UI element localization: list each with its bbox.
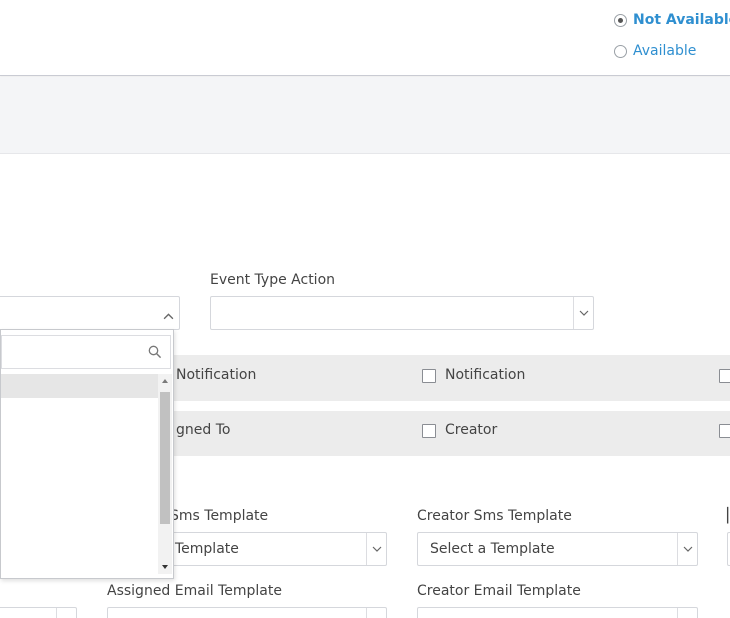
- event-type-select[interactable]: [0, 296, 180, 330]
- availability-option-available[interactable]: Available: [614, 41, 696, 61]
- dropdown-option[interactable]: [1, 470, 158, 494]
- dropdown-option[interactable]: [1, 422, 158, 446]
- chevron-down-icon: [366, 533, 386, 565]
- scrollbar-thumb[interactable]: [160, 392, 170, 524]
- left-email-select[interactable]: [0, 607, 77, 618]
- dropdown-option[interactable]: [1, 398, 158, 422]
- dropdown-scrollbar[interactable]: [158, 374, 172, 574]
- creator-email-template-select[interactable]: [417, 607, 698, 618]
- creator-sms-template-select[interactable]: Select a Template: [417, 532, 698, 566]
- availability-option-not-available[interactable]: Not Available: [614, 10, 730, 30]
- creator-email-template-label: Creator Email Template: [417, 583, 581, 599]
- creator-checkbox[interactable]: [422, 424, 436, 438]
- creator-sms-template-label: Creator Sms Template: [417, 508, 572, 524]
- radio-label-not-available: Not Available: [633, 12, 730, 28]
- assigned-email-template-select[interactable]: [107, 607, 387, 618]
- chevron-down-icon: [677, 608, 697, 618]
- scroll-up-arrow-icon[interactable]: [158, 374, 172, 388]
- radio-label-available: Available: [633, 43, 697, 59]
- select-dropdown-popup: [0, 329, 174, 579]
- assigned-sms-template-label: Sms Template: [170, 508, 269, 524]
- third-notification-checkbox[interactable]: [719, 369, 730, 383]
- assigned-sms-template-value: Template: [175, 541, 239, 557]
- event-type-action-select[interactable]: [210, 296, 594, 330]
- assigned-to-label: gned To: [176, 422, 231, 438]
- dropdown-option[interactable]: [1, 542, 158, 566]
- creator-notification-label: Notification: [445, 367, 526, 383]
- chevron-up-icon: [163, 308, 174, 320]
- assigned-notification-label: Notification: [176, 367, 257, 383]
- toolbar-band: [0, 77, 730, 154]
- event-type-action-label: Event Type Action: [210, 272, 336, 288]
- dropdown-option[interactable]: [1, 446, 158, 470]
- assigned-email-template-label: Assigned Email Template: [107, 583, 282, 599]
- dropdown-option[interactable]: [1, 494, 158, 518]
- scroll-down-arrow-icon[interactable]: [158, 560, 172, 574]
- dropdown-options-list: [1, 374, 158, 574]
- chevron-down-icon: [573, 297, 593, 329]
- chevron-down-icon: [366, 608, 386, 618]
- dropdown-search-input[interactable]: [1, 335, 171, 369]
- chevron-down-icon: [677, 533, 697, 565]
- creator-notification-checkbox[interactable]: [422, 369, 436, 383]
- dropdown-option[interactable]: [1, 518, 158, 542]
- third-recipient-checkbox[interactable]: [719, 424, 730, 438]
- creator-label: Creator: [445, 422, 498, 438]
- chevron-down-icon: [56, 608, 76, 618]
- dropdown-option[interactable]: [1, 374, 158, 398]
- radio-available[interactable]: [614, 44, 627, 58]
- search-icon: [148, 345, 162, 359]
- radio-not-available[interactable]: [614, 13, 627, 27]
- creator-sms-template-value: Select a Template: [430, 541, 555, 557]
